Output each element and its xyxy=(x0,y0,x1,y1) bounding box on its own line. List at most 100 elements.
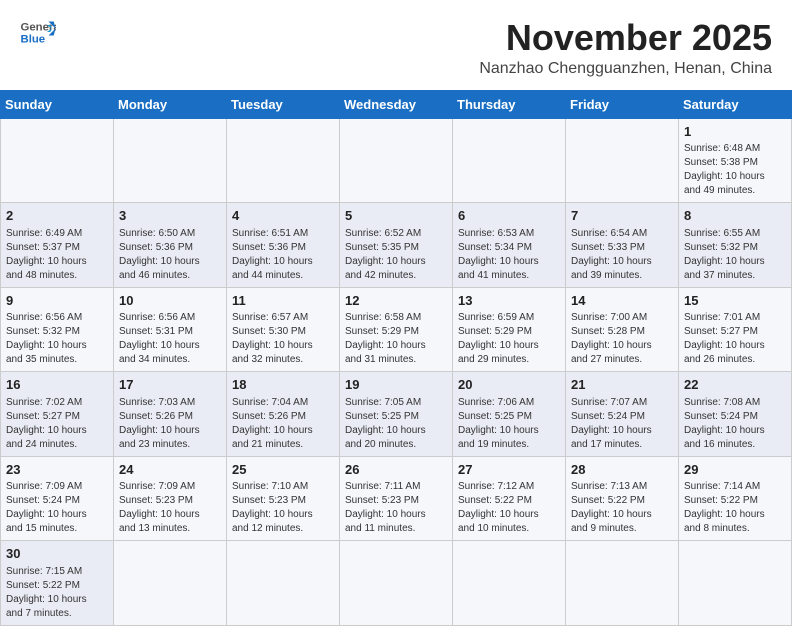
day-number: 7 xyxy=(571,207,673,225)
calendar-cell: 6Sunrise: 6:53 AM Sunset: 5:34 PM Daylig… xyxy=(453,203,566,288)
day-number: 21 xyxy=(571,376,673,394)
day-number: 17 xyxy=(119,376,221,394)
calendar-cell xyxy=(227,541,340,626)
calendar-cell: 8Sunrise: 6:55 AM Sunset: 5:32 PM Daylig… xyxy=(679,203,792,288)
weekday-header-friday: Friday xyxy=(566,90,679,118)
day-number: 20 xyxy=(458,376,560,394)
calendar-cell: 24Sunrise: 7:09 AM Sunset: 5:23 PM Dayli… xyxy=(114,456,227,541)
day-number: 27 xyxy=(458,461,560,479)
day-info: Sunrise: 7:11 AM Sunset: 5:23 PM Dayligh… xyxy=(345,480,447,536)
calendar-cell: 12Sunrise: 6:58 AM Sunset: 5:29 PM Dayli… xyxy=(340,287,453,372)
day-number: 5 xyxy=(345,207,447,225)
calendar-cell: 21 Sunrise: 7:07 AM Sunset: 5:24 PM Dayli… xyxy=(566,372,679,457)
day-number: 23 xyxy=(6,461,108,479)
day-number: 26 xyxy=(345,461,447,479)
calendar-cell: 17 Sunrise: 7:03 AM Sunset: 5:26 PM Dayli… xyxy=(114,372,227,457)
calendar-cell: 29Sunrise: 7:14 AM Sunset: 5:22 PM Dayli… xyxy=(679,456,792,541)
day-info: Sunrise: 7:06 AM Sunset: 5:25 PM Dayligh… xyxy=(458,396,560,452)
day-number: 2 xyxy=(6,207,108,225)
calendar-cell: 18 Sunrise: 7:04 AM Sunset: 5:26 PM Dayli… xyxy=(227,372,340,457)
day-number: 15 xyxy=(684,292,786,310)
day-number: 25 xyxy=(232,461,334,479)
day-info: Sunrise: 7:09 AM Sunset: 5:23 PM Dayligh… xyxy=(119,480,221,536)
day-number: 13 xyxy=(458,292,560,310)
day-number: 6 xyxy=(458,207,560,225)
calendar-cell xyxy=(566,118,679,203)
calendar-cell xyxy=(340,541,453,626)
day-info: Sunrise: 7:15 AM Sunset: 5:22 PM Dayligh… xyxy=(6,565,108,621)
day-number: 12 xyxy=(345,292,447,310)
weekday-header-monday: Monday xyxy=(114,90,227,118)
day-info: Sunrise: 6:54 AM Sunset: 5:33 PM Dayligh… xyxy=(571,227,673,283)
calendar-cell: 4Sunrise: 6:51 AM Sunset: 5:36 PM Daylig… xyxy=(227,203,340,288)
calendar-cell: 23Sunrise: 7:09 AM Sunset: 5:24 PM Dayli… xyxy=(1,456,114,541)
day-info: Sunrise: 7:05 AM Sunset: 5:25 PM Dayligh… xyxy=(345,396,447,452)
weekday-header-sunday: Sunday xyxy=(1,90,114,118)
weekday-header-thursday: Thursday xyxy=(453,90,566,118)
calendar-subtitle: Nanzhao Chengguanzhen, Henan, China xyxy=(479,60,772,78)
calendar-cell: 5Sunrise: 6:52 AM Sunset: 5:35 PM Daylig… xyxy=(340,203,453,288)
calendar-cell: 7 Sunrise: 6:54 AM Sunset: 5:33 PM Daylig… xyxy=(566,203,679,288)
day-info: Sunrise: 7:10 AM Sunset: 5:23 PM Dayligh… xyxy=(232,480,334,536)
day-number: 19 xyxy=(345,376,447,394)
calendar-cell: 2 Sunrise: 6:49 AM Sunset: 5:37 PM Daylig… xyxy=(1,203,114,288)
day-info: Sunrise: 7:09 AM Sunset: 5:24 PM Dayligh… xyxy=(6,480,108,536)
calendar-cell: 3Sunrise: 6:50 AM Sunset: 5:36 PM Daylig… xyxy=(114,203,227,288)
calendar-cell xyxy=(227,118,340,203)
calendar-cell: 14Sunrise: 7:00 AM Sunset: 5:28 PM Dayli… xyxy=(566,287,679,372)
calendar-week-row: 2 Sunrise: 6:49 AM Sunset: 5:37 PM Daylig… xyxy=(1,203,792,288)
day-info: Sunrise: 7:13 AM Sunset: 5:22 PM Dayligh… xyxy=(571,480,673,536)
calendar-week-row: 30 Sunrise: 7:15 AM Sunset: 5:22 PM Dayli… xyxy=(1,541,792,626)
day-info: Sunrise: 7:04 AM Sunset: 5:26 PM Dayligh… xyxy=(232,396,334,452)
day-info: Sunrise: 7:01 AM Sunset: 5:27 PM Dayligh… xyxy=(684,311,786,367)
title-block: November 2025 Nanzhao Chengguanzhen, Hen… xyxy=(479,18,772,78)
day-info: Sunrise: 7:02 AM Sunset: 5:27 PM Dayligh… xyxy=(6,396,108,452)
logo: General Blue xyxy=(20,18,56,46)
calendar-cell: 11Sunrise: 6:57 AM Sunset: 5:30 PM Dayli… xyxy=(227,287,340,372)
day-info: Sunrise: 7:14 AM Sunset: 5:22 PM Dayligh… xyxy=(684,480,786,536)
weekday-header-row: SundayMondayTuesdayWednesdayThursdayFrid… xyxy=(1,90,792,118)
calendar-week-row: 16 Sunrise: 7:02 AM Sunset: 5:27 PM Dayli… xyxy=(1,372,792,457)
calendar-cell xyxy=(340,118,453,203)
calendar-cell: 25Sunrise: 7:10 AM Sunset: 5:23 PM Dayli… xyxy=(227,456,340,541)
calendar-cell xyxy=(1,118,114,203)
calendar-cell: 20 Sunrise: 7:06 AM Sunset: 5:25 PM Dayli… xyxy=(453,372,566,457)
day-number: 4 xyxy=(232,207,334,225)
calendar-cell: 13Sunrise: 6:59 AM Sunset: 5:29 PM Dayli… xyxy=(453,287,566,372)
calendar-cell: 15Sunrise: 7:01 AM Sunset: 5:27 PM Dayli… xyxy=(679,287,792,372)
day-number: 16 xyxy=(6,376,108,394)
calendar-cell: 30 Sunrise: 7:15 AM Sunset: 5:22 PM Dayli… xyxy=(1,541,114,626)
day-info: Sunrise: 7:12 AM Sunset: 5:22 PM Dayligh… xyxy=(458,480,560,536)
day-number: 29 xyxy=(684,461,786,479)
day-number: 18 xyxy=(232,376,334,394)
day-info: Sunrise: 7:00 AM Sunset: 5:28 PM Dayligh… xyxy=(571,311,673,367)
calendar-cell: 10Sunrise: 6:56 AM Sunset: 5:31 PM Dayli… xyxy=(114,287,227,372)
generalblue-logo-icon: General Blue xyxy=(20,18,56,46)
day-number: 9 xyxy=(6,292,108,310)
calendar-title: November 2025 xyxy=(479,18,772,58)
calendar-cell: 9Sunrise: 6:56 AM Sunset: 5:32 PM Daylig… xyxy=(1,287,114,372)
day-info: Sunrise: 6:56 AM Sunset: 5:31 PM Dayligh… xyxy=(119,311,221,367)
header: General Blue November 2025 Nanzhao Cheng… xyxy=(0,0,792,86)
day-number: 22 xyxy=(684,376,786,394)
day-info: Sunrise: 7:03 AM Sunset: 5:26 PM Dayligh… xyxy=(119,396,221,452)
day-number: 24 xyxy=(119,461,221,479)
day-info: Sunrise: 6:58 AM Sunset: 5:29 PM Dayligh… xyxy=(345,311,447,367)
day-info: Sunrise: 6:55 AM Sunset: 5:32 PM Dayligh… xyxy=(684,227,786,283)
calendar-cell: 27Sunrise: 7:12 AM Sunset: 5:22 PM Dayli… xyxy=(453,456,566,541)
day-number: 11 xyxy=(232,292,334,310)
calendar-cell xyxy=(114,541,227,626)
day-info: Sunrise: 6:49 AM Sunset: 5:37 PM Dayligh… xyxy=(6,227,108,283)
day-info: Sunrise: 7:07 AM Sunset: 5:24 PM Dayligh… xyxy=(571,396,673,452)
calendar-table: SundayMondayTuesdayWednesdayThursdayFrid… xyxy=(0,90,792,626)
day-number: 30 xyxy=(6,545,108,563)
calendar-cell xyxy=(453,541,566,626)
calendar-cell xyxy=(679,541,792,626)
weekday-header-wednesday: Wednesday xyxy=(340,90,453,118)
calendar-cell: 16 Sunrise: 7:02 AM Sunset: 5:27 PM Dayli… xyxy=(1,372,114,457)
calendar-cell: 19 Sunrise: 7:05 AM Sunset: 5:25 PM Dayli… xyxy=(340,372,453,457)
day-info: Sunrise: 6:57 AM Sunset: 5:30 PM Dayligh… xyxy=(232,311,334,367)
calendar-cell: 1Sunrise: 6:48 AM Sunset: 5:38 PM Daylig… xyxy=(679,118,792,203)
day-number: 1 xyxy=(684,123,786,141)
calendar-week-row: 1Sunrise: 6:48 AM Sunset: 5:38 PM Daylig… xyxy=(1,118,792,203)
